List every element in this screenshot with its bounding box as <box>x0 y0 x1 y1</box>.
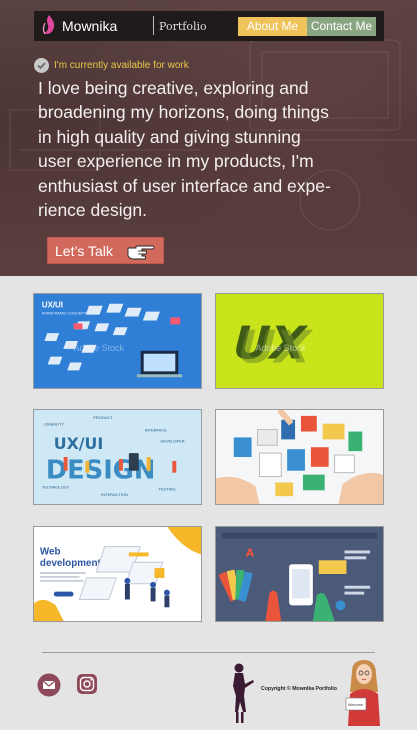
svg-text:INTERFACE: INTERFACE <box>145 428 167 433</box>
stock-watermark: Adobe Stock <box>74 343 125 353</box>
ux-ui-design-illustration: UX/UI DESIGN USABILITY PRODUCT INTERFACE… <box>34 410 201 504</box>
sign-text: Welcome <box>348 703 363 707</box>
girl-with-sign-icon: Welcome <box>345 660 380 726</box>
tile-caption: UX/UI <box>42 301 63 310</box>
lets-talk-label: Let’s Talk <box>55 242 113 259</box>
wireframe-illustration: UX/UI WIREFRAME CONCEPT Adobe Stock <box>34 294 201 388</box>
lets-talk-button[interactable]: Let’s Talk <box>47 237 164 264</box>
tile-caption: UX/UI <box>54 434 103 453</box>
ux-ui-design-image[interactable]: UX/UI DESIGN USABILITY PRODUCT INTERFACE… <box>33 409 202 505</box>
top-navbar: Mownika Portfolio About Me Contact Me <box>34 11 384 41</box>
hero-section: Mownika Portfolio About Me Contact Me I'… <box>0 0 417 276</box>
headline-line: broadening my horizons, doing things <box>38 102 329 123</box>
headline-line: user experience in my products, I'm <box>38 151 314 172</box>
web-development-illustration: Web development <box>34 527 201 621</box>
svg-text:TESTING: TESTING <box>159 486 176 491</box>
headline-line: in high quality and giving stunning <box>38 126 301 147</box>
wireframe-concept-image[interactable]: UX/UI WIREFRAME CONCEPT Adobe Stock <box>33 293 202 389</box>
email-icon[interactable] <box>37 673 61 697</box>
ux-3d-letters-image[interactable]: UX UX Adobe Stock <box>215 293 384 389</box>
brand-logo-icon <box>42 15 55 35</box>
svg-text:PRODUCT: PRODUCT <box>93 415 113 420</box>
availability-text: I'm currently available for work <box>54 60 189 71</box>
tile-subcaption: WIREFRAME CONCEPT <box>42 311 87 316</box>
brand-name[interactable]: Mownika <box>62 18 117 34</box>
design-cards-image[interactable] <box>215 409 384 505</box>
svg-text:DEVELOPER: DEVELOPER <box>160 438 184 443</box>
svg-text:USABILITY: USABILITY <box>44 422 65 427</box>
svg-text:INTERACTION: INTERACTION <box>101 492 128 497</box>
design-tools-illustration: A <box>216 527 383 621</box>
hero-headline: I love being creative, exploring and bro… <box>38 76 368 222</box>
headline-line: I love being creative, exploring and <box>38 78 309 98</box>
tile-subcaption: development <box>40 558 102 569</box>
design-tools-image[interactable]: A <box>215 526 384 622</box>
ux-letters-illustration: UX UX Adobe Stock <box>216 294 383 388</box>
tile-subcaption: DESIGN <box>46 456 155 486</box>
pointing-hand-icon <box>127 245 155 260</box>
contact-me-button[interactable]: Contact Me <box>307 17 376 36</box>
tile-caption: Web <box>40 546 61 557</box>
brand-subtitle: Portfolio <box>159 20 207 33</box>
design-cards-illustration <box>216 410 383 504</box>
availability-status: I'm currently available for work <box>34 58 189 73</box>
headline-line: enthusiast of user interface and expe- <box>38 175 331 196</box>
about-me-button[interactable]: About Me <box>238 17 307 36</box>
brand-divider <box>153 16 154 35</box>
web-development-image[interactable]: Web development <box>33 526 202 622</box>
headline-line: rience design. <box>38 200 147 221</box>
check-icon <box>34 58 49 73</box>
presenter-silhouette-icon <box>233 663 254 723</box>
copyright-text: Copyright © Mownika Portfolio <box>261 686 337 692</box>
svg-text:A: A <box>246 546 255 559</box>
stock-watermark: Adobe Stock <box>256 343 307 353</box>
svg-text:TECHNOLOGY: TECHNOLOGY <box>42 484 70 489</box>
instagram-icon[interactable] <box>76 673 98 695</box>
footer-divider <box>42 652 375 653</box>
